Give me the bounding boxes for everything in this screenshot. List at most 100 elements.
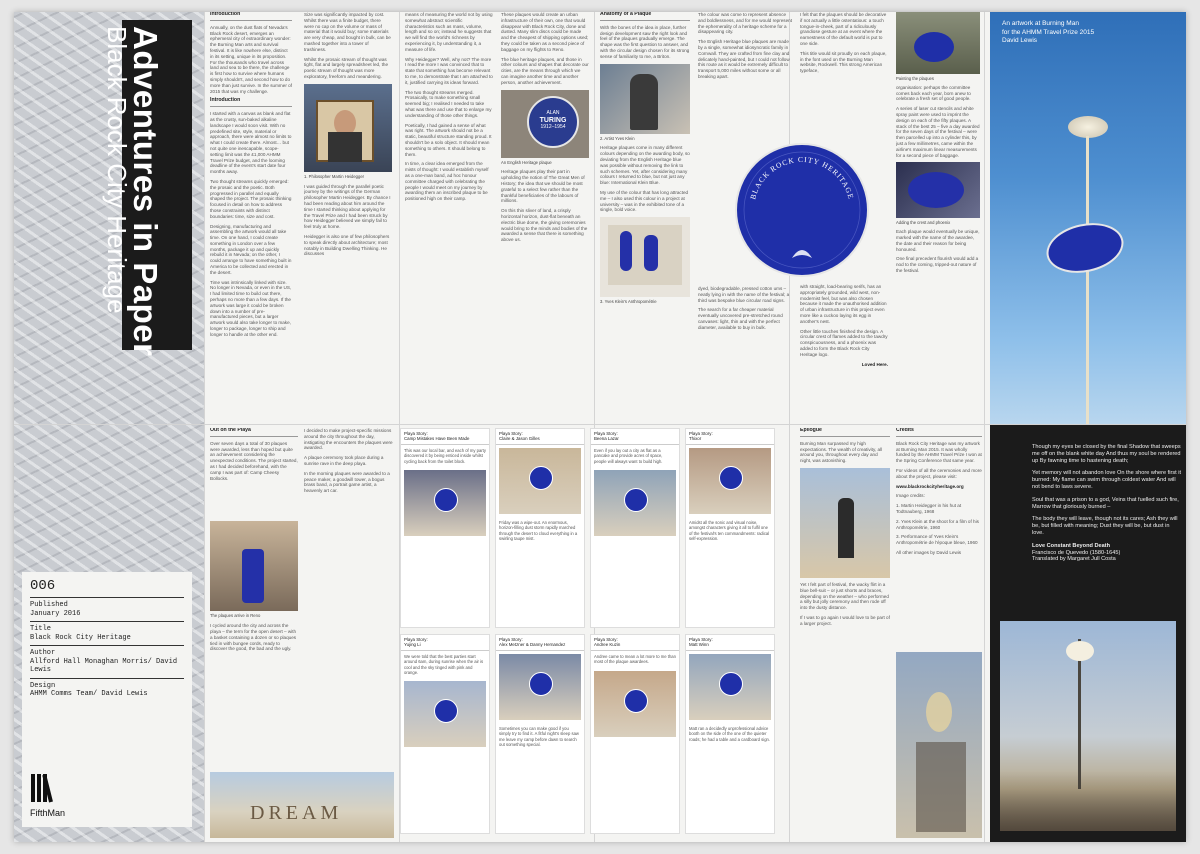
col2-para: Heidegger is also one of few philosopher…: [304, 233, 390, 257]
cover-right-line: for the AHMM Travel Prize 2015: [1002, 28, 1095, 36]
credits-other: All other images by David Lewis: [896, 549, 962, 555]
dream-sculpture-photo: DREAM: [210, 772, 394, 838]
poem-translator: Translated by Margaret Jull Costa: [1032, 556, 1116, 563]
col3-para: Poetically, I had gained a sense of what…: [405, 122, 492, 157]
epilogue-photo: [800, 467, 890, 578]
playa-column-2: I decided to make project-specific missi…: [304, 428, 394, 728]
credit-line: 3. Performance of Yves Klein's Anthropom…: [896, 534, 978, 546]
anatomy-para: My use of the colour that has long attra…: [600, 189, 689, 213]
col6-bottom: dyed, biodegradable, pressed cotton ums …: [698, 286, 792, 422]
col7-para: Other little touches finished the design…: [800, 328, 888, 357]
epilogue-column: Epilogue Burning Man surpassed my high e…: [800, 428, 890, 838]
story-photo: [404, 470, 486, 537]
col7-para: with straight, load-bearing serifs, has …: [800, 284, 887, 324]
story-name: Yujing Li: [404, 642, 421, 648]
story-header: Playa Story: Matt Winn: [686, 635, 774, 651]
story-photo: [689, 447, 771, 514]
credits-para: For videos of all the ceremonies and mor…: [896, 467, 982, 479]
photo-caption: An English Heritage plaque: [501, 159, 552, 165]
anatomy-heading: Anatomy of a Plaque: [600, 12, 690, 21]
plaque-icon: [529, 671, 553, 696]
col2: Size was significantly impacted by cost.…: [304, 12, 392, 422]
story-card: Playa Story: Claire & Jason Gilles Friday …: [495, 428, 585, 628]
intro-para: I started with a canvas as blank and fla…: [210, 111, 292, 175]
credits-url[interactable]: www.blackrockcityheritage.org: [896, 484, 982, 490]
issue-info: 006 Published January 2016 Title Black R…: [22, 572, 192, 827]
photo-caption: 3. Yves Klein's Anthropométrie: [600, 299, 657, 305]
story-header: Playa Story: Thixor: [686, 429, 774, 445]
story-header: Playa Story: Claire & Jason Gilles: [496, 429, 584, 445]
intro-para: Annually, on the dust flats of Nevada's …: [210, 24, 292, 94]
story-card: Playa Story: Thixor Amidst all the sonic a…: [685, 428, 775, 628]
col3-para: In time, a clear idea emerged from the m…: [405, 161, 489, 202]
poem-author: Francisco de Quevedo (1580-1645): [1032, 549, 1121, 556]
title-label: Title: [30, 625, 52, 633]
poem-title: Love Constant Beyond Death: [1032, 542, 1111, 549]
turing-plaque-photo: ALAN TURING 1912–1954: [501, 89, 589, 158]
col2-para: Whilst the prosaic stream of thought was…: [304, 56, 389, 79]
plaque-icon: [434, 488, 458, 513]
intro-heading: Introduction: [210, 12, 292, 21]
story-name: Thixor: [689, 436, 702, 442]
photo-caption: Painting the plaques: [896, 76, 934, 81]
story-header: Playa Story: Camp Mistakes Have Been Made: [401, 429, 489, 445]
photo-caption: 2. Artist Yves Klein: [600, 135, 635, 141]
col6-para: The search for a far cheaper material ev…: [698, 307, 783, 330]
story-name: Matt Winn: [689, 642, 709, 648]
plaque-line: TURING: [539, 116, 567, 124]
photo-caption: Adding the crest and phoenix: [896, 220, 951, 226]
col8-para: One final precedent flourish would add a…: [896, 256, 979, 273]
painting-plaques-photo: [896, 12, 980, 74]
col8-para: Each plaque would eventually be unique, …: [896, 229, 980, 252]
intro-column: Introduction Annually, on the dust flats…: [210, 12, 292, 422]
intro-para: Two thought streams quickly emerged: the…: [210, 178, 292, 219]
playa-para: Over seven days a total of 30 plaques we…: [210, 440, 298, 481]
fifthman-logo: FifthMan: [30, 772, 66, 817]
intro-para: Time was intrinsically linked with size.…: [210, 279, 292, 337]
title-value: Black Rock City Heritage: [30, 633, 131, 642]
anthropometrie-photo: [600, 217, 690, 298]
plaque-line: 1912–1954: [540, 123, 566, 130]
credits-heading: Credits: [896, 428, 982, 437]
col6-para: The English Heritage blue plaques are ma…: [698, 39, 790, 79]
playa-para: A plaque ceremony took place during a su…: [304, 455, 384, 466]
col4-para: These plaques would create an urban infr…: [501, 12, 589, 52]
col3-para: means of measuring the world not by usin…: [405, 12, 493, 52]
plaque-on-pole: [1041, 216, 1129, 280]
plaque-icon: [719, 465, 743, 490]
published-value: January 2016: [30, 609, 81, 618]
story-photo: [499, 653, 581, 720]
poem-stanza: Though my eyes be closed by the final Sh…: [1032, 444, 1181, 464]
author-value: Allford Hall Monaghan Morris/ David Lewi…: [30, 657, 178, 675]
col4-para: Heritage plaques play their part in upho…: [501, 169, 585, 204]
col8: Painting the plaques organisation: perha…: [896, 12, 980, 422]
playa-para: I cycled around the city and across the …: [210, 623, 297, 652]
col6-para: dyed, biodegradable, pressed cotton ums …: [698, 286, 790, 303]
story-card: Playa Story: Matt Winn Matt ran a decidedl…: [685, 634, 775, 834]
signoff: Loved Here.: [861, 361, 888, 367]
story-text: Even if you lay out a city as flat as a …: [594, 447, 663, 464]
right-cover: An artwork at Burning Man for the AHMM T…: [990, 12, 1186, 424]
epilogue-para: If I was to go again I would love to be …: [800, 614, 890, 626]
poem-stanza: Soul that was a prison to a god, Veins t…: [1032, 496, 1179, 510]
story-card: Playa Story: Alex Metzner & Danny Hernand…: [495, 634, 585, 834]
issue-number: 006: [30, 578, 56, 594]
story-card: Playa Story: Yujing Li We were told that t…: [400, 634, 490, 834]
story-header: Playa Story: Alex Metzner & Danny Hernand…: [496, 635, 584, 651]
col3: means of measuring the world not by usin…: [405, 12, 493, 422]
col2-para: Size was significantly impacted by cost.…: [304, 12, 391, 52]
plaque-line: ALAN: [546, 109, 560, 116]
poem-stanza: The body they will leave, though not its…: [1032, 516, 1178, 536]
col7-para: This title would sit proudly on each pla…: [800, 50, 887, 74]
anatomy-column: Anatomy of a Plaque With the bones of th…: [600, 12, 690, 422]
story-card: Playa Story: Beena Lazar Even if you lay o…: [590, 428, 680, 628]
story-text: This was our local bar, and each of my p…: [404, 447, 486, 464]
cover-right-line: David Lewis: [1002, 37, 1038, 44]
col2-para: I was guided through the parallel poetic…: [304, 183, 391, 230]
logo-text: FifthMan: [30, 807, 66, 818]
playa-para: In the morning plaques were awarded to a…: [304, 470, 390, 494]
story-text: Amidst all the sonic and visual noise, a…: [689, 519, 770, 542]
story-card: Playa Story: Andree Kuzin Andree came to m…: [590, 634, 680, 834]
story-photo: [594, 470, 676, 537]
yves-klein-photo: [600, 63, 690, 134]
